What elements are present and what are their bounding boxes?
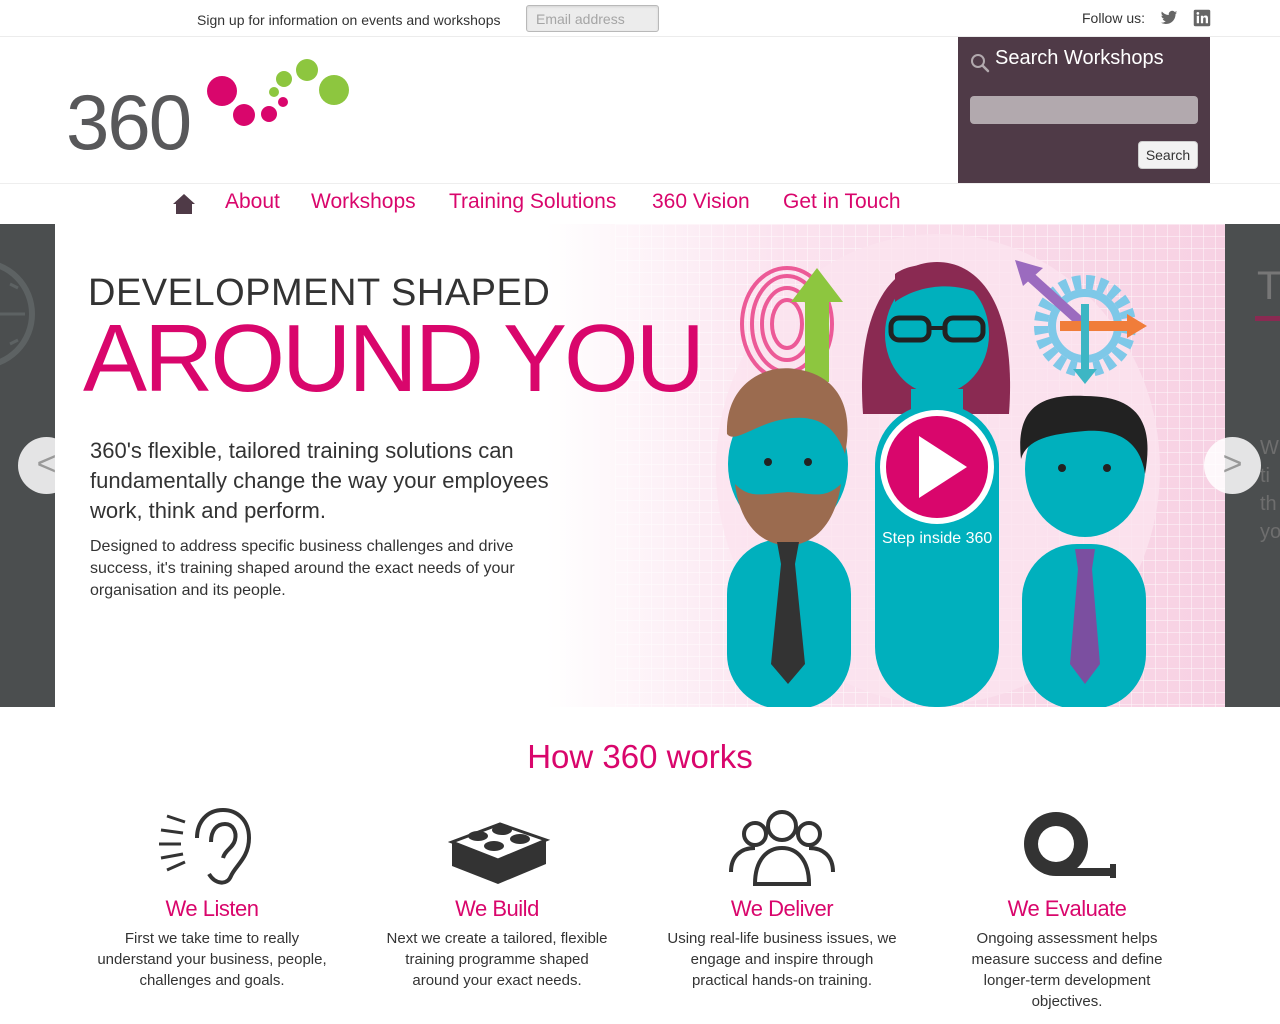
hero-body-text: Designed to address specific business ch…	[90, 538, 515, 599]
site-header: 360 Search Workshops Search	[0, 37, 1280, 183]
nav-item-get-in-touch[interactable]: Get in Touch	[783, 190, 901, 214]
nav-item-training-solutions[interactable]: Training Solutions	[449, 190, 616, 214]
search-icon	[971, 54, 990, 73]
lego-brick-icon	[447, 822, 551, 884]
next-slide-partial-heading: T	[1257, 264, 1280, 308]
ear-icon	[159, 808, 252, 885]
360-logo[interactable]: 360	[66, 59, 356, 159]
step-title: We Build	[455, 896, 539, 921]
play-video-caption[interactable]: Step inside 360	[882, 530, 992, 548]
search-workshops-panel: Search Workshops Search	[958, 37, 1210, 183]
step-we-deliver: We Deliver Using real-life business issu…	[667, 808, 897, 991]
carousel-next-button[interactable]: >	[1204, 437, 1261, 494]
carousel-prev-button[interactable]: <	[18, 437, 75, 494]
step-we-listen: We Listen First we take time to really u…	[97, 808, 327, 991]
hero-carousel: DEVELOPMENT SHAPED AROUND YOU 360's flex…	[0, 224, 1280, 707]
hero-slide: DEVELOPMENT SHAPED AROUND YOU 360's flex…	[55, 224, 1225, 707]
step-description: Next we create a tailored, flexible trai…	[386, 930, 608, 989]
hero-illustration	[716, 234, 1160, 707]
svg-text:360: 360	[66, 78, 190, 159]
top-bar: Sign up for information on events and wo…	[0, 0, 1280, 37]
hero-headline-main: AROUND YOU	[83, 305, 705, 412]
twitter-icon[interactable]	[1160, 9, 1178, 27]
next-slide-accent-bar	[1255, 316, 1280, 321]
main-nav: About Workshops Training Solutions 360 V…	[0, 183, 1280, 224]
how-360-works-heading: How 360 works	[527, 738, 753, 775]
step-title: We Evaluate	[1007, 896, 1127, 921]
people-group-icon	[729, 810, 835, 886]
home-icon[interactable]	[172, 193, 196, 215]
step-description: Using real-life business issues, we enga…	[667, 930, 897, 989]
search-input[interactable]	[970, 96, 1198, 124]
step-we-build: We Build Next we create a tailored, flex…	[382, 808, 612, 991]
next-slide-partial-text: Wti th yo	[1260, 437, 1280, 543]
nav-item-360-vision[interactable]: 360 Vision	[652, 190, 750, 214]
follow-us-label: Follow us:	[1082, 10, 1146, 26]
hero-lead-text: 360's flexible, tailored training soluti…	[90, 438, 549, 523]
step-description: Ongoing assessment helps measure success…	[971, 930, 1163, 1010]
tape-measure-icon	[1024, 812, 1116, 878]
step-description: First we take time to really understand …	[97, 930, 327, 989]
step-title: We Listen	[165, 896, 259, 921]
nav-item-about[interactable]: About	[225, 190, 280, 214]
linkedin-icon[interactable]	[1193, 9, 1211, 27]
email-field[interactable]	[526, 5, 659, 32]
step-we-evaluate: We Evaluate Ongoing assessment helps mea…	[952, 808, 1182, 1012]
search-button[interactable]: Search	[1138, 141, 1198, 169]
newsletter-signup-text: Sign up for information on events and wo…	[197, 12, 501, 28]
search-workshops-title: Search Workshops	[995, 47, 1164, 69]
play-video-button	[880, 410, 994, 524]
step-title: We Deliver	[730, 896, 834, 921]
nav-item-workshops[interactable]: Workshops	[311, 190, 416, 214]
